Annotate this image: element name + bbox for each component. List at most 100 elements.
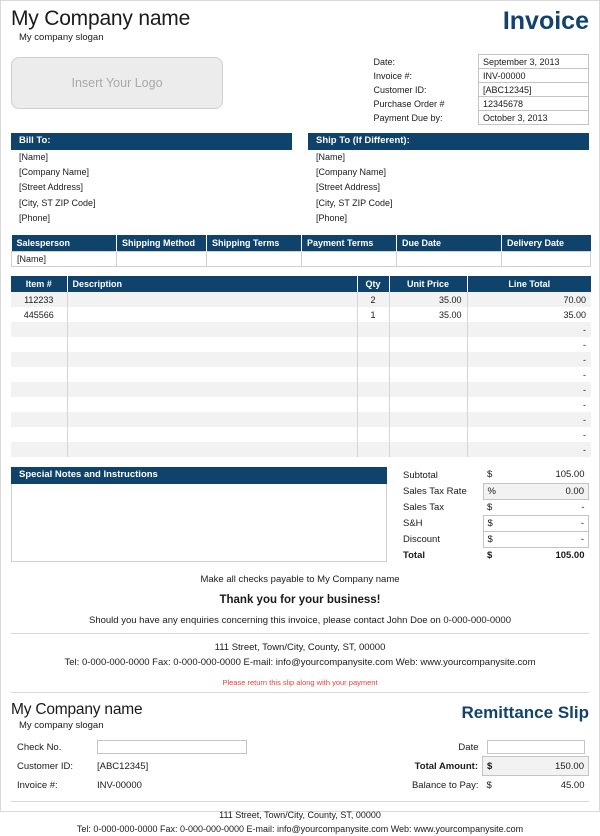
meta-value-payment-due[interactable]: October 3, 2013 (478, 110, 589, 125)
cell-item-no[interactable] (11, 412, 68, 428)
special-notes-input[interactable] (11, 484, 387, 563)
bill-to-line[interactable]: [Name] (11, 150, 292, 165)
remittance-input-date[interactable] (486, 739, 585, 754)
cell-description[interactable] (67, 307, 358, 323)
ship-to-line[interactable]: [Street Address] (308, 180, 589, 195)
cell-unit-price[interactable] (389, 397, 468, 413)
terms-value-row: [Name] (11, 251, 591, 268)
cell-item-no[interactable] (11, 382, 68, 398)
cell-qty[interactable] (357, 382, 390, 398)
terms-header-shipping-method: Shipping Method (116, 235, 207, 252)
cell-description[interactable] (67, 352, 358, 368)
cell-item-no[interactable]: 445566 (11, 307, 68, 323)
line-items-table: Item # Description Qty Unit Price Line T… (11, 276, 591, 458)
cell-description[interactable] (67, 337, 358, 353)
cell-unit-price[interactable] (389, 427, 468, 443)
cell-line-total[interactable]: - (467, 352, 591, 368)
cell-item-no[interactable] (11, 442, 68, 458)
cell-qty[interactable] (357, 352, 390, 368)
cell-description[interactable] (67, 397, 358, 413)
remittance-header: My Company name My company slogan Remitt… (11, 701, 589, 731)
terms-value-payment-terms[interactable] (301, 251, 397, 268)
cell-line-total[interactable]: - (467, 397, 591, 413)
cell-description[interactable] (67, 412, 358, 428)
cell-line-total[interactable]: - (467, 427, 591, 443)
table-row: - (11, 367, 591, 383)
remittance-input-check-no[interactable] (97, 740, 247, 755)
cell-qty[interactable]: 2 (357, 292, 390, 308)
totals-input-shipping[interactable]: - (505, 514, 589, 532)
cell-unit-price[interactable] (389, 337, 468, 353)
cell-line-total[interactable]: - (467, 322, 591, 338)
remittance-row-date: Date (408, 738, 589, 757)
column-header-item-no: Item # (11, 276, 68, 293)
bill-to-line[interactable]: [Phone] (11, 211, 292, 226)
cell-description[interactable] (67, 292, 358, 308)
cell-qty[interactable] (357, 322, 390, 338)
cell-qty[interactable] (357, 442, 390, 458)
cell-line-total[interactable]: - (467, 337, 591, 353)
cell-line-total[interactable]: - (467, 412, 591, 428)
terms-value-delivery-date[interactable] (501, 251, 591, 268)
terms-value-salesperson[interactable]: [Name] (11, 251, 117, 268)
bill-to-heading: Bill To: (11, 133, 292, 150)
company-slogan: My company slogan (19, 32, 104, 44)
bill-to-line[interactable]: [City, ST ZIP Code] (11, 196, 292, 211)
cell-description[interactable] (67, 382, 358, 398)
cell-qty[interactable] (357, 412, 390, 428)
ship-to-line[interactable]: [Company Name] (308, 165, 589, 180)
cell-description[interactable] (67, 322, 358, 338)
ship-to-line[interactable]: [City, ST ZIP Code] (308, 196, 589, 211)
terms-value-shipping-method[interactable] (116, 251, 207, 268)
totals-input-sales-tax-rate[interactable]: 0.00 (505, 482, 589, 500)
meta-value-invoice-no[interactable]: INV-00000 (478, 68, 589, 83)
cell-description[interactable] (67, 442, 358, 458)
cell-qty[interactable] (357, 397, 390, 413)
ship-to-line[interactable]: [Name] (308, 150, 589, 165)
cell-line-total[interactable]: - (467, 367, 591, 383)
cell-line-total[interactable]: - (467, 442, 591, 458)
cell-line-total[interactable]: 70.00 (467, 292, 591, 308)
table-row: - (11, 382, 591, 398)
cell-unit-price[interactable] (389, 352, 468, 368)
cell-unit-price[interactable] (389, 412, 468, 428)
totals-symbol-sales-tax-rate: % (482, 482, 505, 500)
logo-placeholder[interactable]: Insert Your Logo (11, 57, 223, 110)
cell-line-total[interactable]: 35.00 (467, 307, 591, 323)
cell-qty[interactable]: 1 (357, 307, 390, 323)
cell-unit-price[interactable]: 35.00 (389, 307, 468, 323)
meta-value-customer-id[interactable]: [ABC12345] (478, 82, 589, 97)
meta-row: Customer ID: [ABC12345] (374, 82, 589, 97)
terms-section: Salesperson Shipping Method Shipping Ter… (1, 235, 599, 268)
cell-item-no[interactable] (11, 322, 68, 338)
cell-qty[interactable] (357, 337, 390, 353)
cell-unit-price[interactable] (389, 322, 468, 338)
remittance-right-fields: Date Total Amount: $ 150.00 Balance to P… (408, 738, 590, 795)
cell-item-no[interactable]: 112233 (11, 292, 68, 308)
totals-input-discount[interactable]: - (505, 530, 589, 548)
cell-item-no[interactable] (11, 367, 68, 383)
ship-to-line[interactable]: [Phone] (308, 211, 589, 226)
meta-value-date[interactable]: September 3, 2013 (478, 54, 589, 69)
terms-value-shipping-terms[interactable] (206, 251, 302, 268)
terms-value-due-date[interactable] (396, 251, 502, 268)
cell-item-no[interactable] (11, 427, 68, 443)
cell-qty[interactable] (357, 367, 390, 383)
cell-unit-price[interactable] (389, 382, 468, 398)
cell-unit-price[interactable] (389, 367, 468, 383)
cell-item-no[interactable] (11, 337, 68, 353)
bill-to-line[interactable]: [Street Address] (11, 180, 292, 195)
cell-unit-price[interactable]: 35.00 (389, 292, 468, 308)
bill-to-line[interactable]: [Company Name] (11, 165, 292, 180)
cell-description[interactable] (67, 367, 358, 383)
line-items-header-row: Item # Description Qty Unit Price Line T… (11, 276, 591, 293)
cell-unit-price[interactable] (389, 442, 468, 458)
cell-line-total[interactable]: - (467, 382, 591, 398)
remittance-company-slogan: My company slogan (19, 719, 104, 731)
cell-description[interactable] (67, 427, 358, 443)
cell-item-no[interactable] (11, 397, 68, 413)
cell-item-no[interactable] (11, 352, 68, 368)
cell-qty[interactable] (357, 427, 390, 443)
meta-value-purchase-order[interactable]: 12345678 (478, 96, 589, 111)
remittance-row-customer-id: Customer ID: [ABC12345] (11, 757, 253, 776)
